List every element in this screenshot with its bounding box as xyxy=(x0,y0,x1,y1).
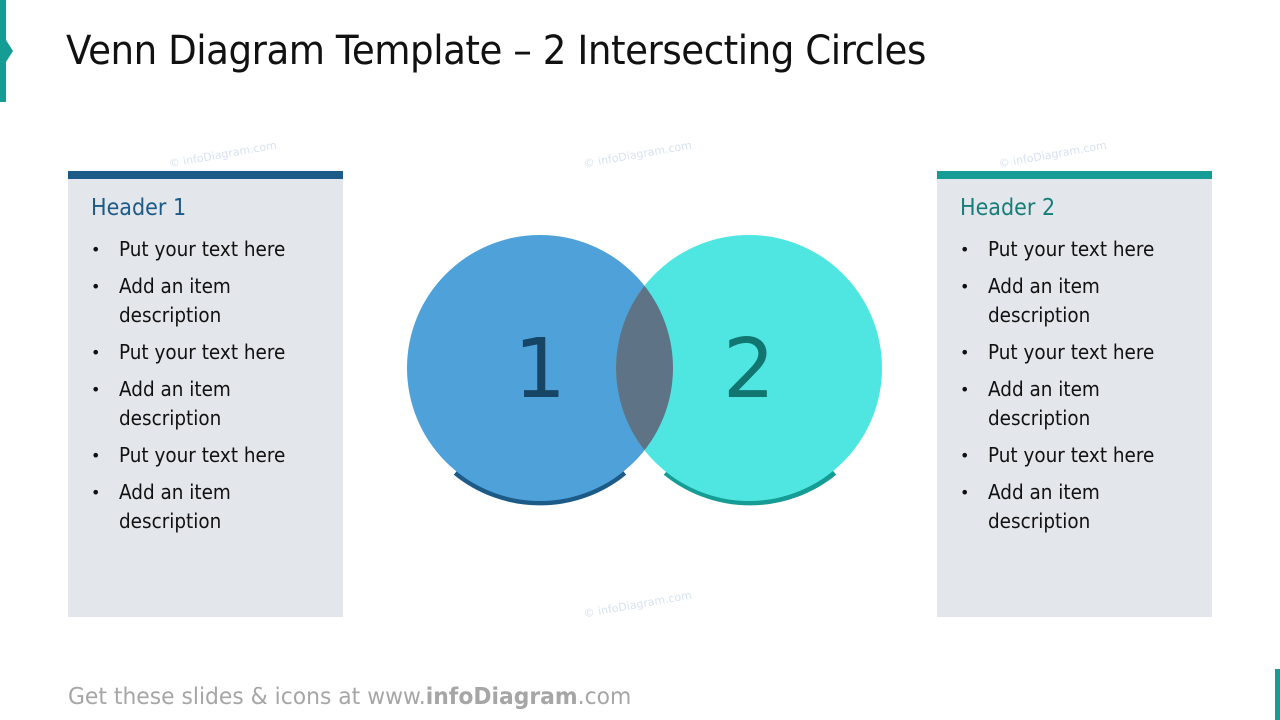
panel-2-header: Header 2 xyxy=(960,195,1056,221)
bullet-icon: • xyxy=(91,277,101,296)
list-item: • Add an item description xyxy=(960,377,1100,430)
watermark: © infoDiagram.com xyxy=(582,138,693,171)
list-item: • Put your text here xyxy=(91,338,331,367)
list-item: • Add an item description xyxy=(91,274,231,327)
watermark: © infoDiagram.com xyxy=(997,138,1108,171)
panel-1-header: Header 1 xyxy=(91,195,187,221)
slide-title: Venn Diagram Template – 2 Intersecting C… xyxy=(66,28,926,74)
bullet-icon: • xyxy=(960,446,970,465)
bullet-icon: • xyxy=(960,380,970,399)
list-item: • Put your text here xyxy=(960,235,1200,264)
bullet-icon: • xyxy=(91,380,101,399)
bullet-icon: • xyxy=(960,277,970,296)
bullet-icon: • xyxy=(960,483,970,502)
panel-2-top-bar xyxy=(937,171,1212,179)
text-panel-2: Header 2 • Put your text here • Add an ite… xyxy=(937,171,1212,617)
venn-diagram: 1 2 xyxy=(407,235,882,506)
left-accent-notch xyxy=(6,40,13,62)
list-item: • Put your text here xyxy=(91,235,331,264)
circle-2-label: 2 xyxy=(723,322,775,417)
list-item: • Put your text here xyxy=(960,338,1200,367)
list-item: • Add an item description xyxy=(91,377,231,430)
list-item: • Put your text here xyxy=(960,441,1200,470)
panel-1-top-bar xyxy=(68,171,343,179)
bullet-icon: • xyxy=(960,240,970,259)
list-item: • Add an item description xyxy=(960,480,1100,533)
right-accent-bar xyxy=(1275,669,1280,720)
bullet-icon: • xyxy=(91,446,101,465)
list-item: • Add an item description xyxy=(91,480,231,533)
list-item: • Put your text here xyxy=(91,441,331,470)
bullet-icon: • xyxy=(91,240,101,259)
circle-1-label: 1 xyxy=(514,322,566,417)
panel-1-list: • Put your text here • Add an item descrip… xyxy=(91,235,331,544)
footer-brand: infoDiagram xyxy=(425,684,578,710)
list-item: • Add an item description xyxy=(960,274,1100,327)
footer-text: Get these slides & icons at www.infoDiag… xyxy=(68,684,632,710)
bullet-icon: • xyxy=(960,343,970,362)
panel-2-list: • Put your text here • Add an item descrip… xyxy=(960,235,1200,544)
bullet-icon: • xyxy=(91,343,101,362)
bullet-icon: • xyxy=(91,483,101,502)
watermark: © infoDiagram.com xyxy=(582,588,693,621)
text-panel-1: Header 1 • Put your text here • Add an ite… xyxy=(68,171,343,617)
watermark: © infoDiagram.com xyxy=(167,138,278,171)
